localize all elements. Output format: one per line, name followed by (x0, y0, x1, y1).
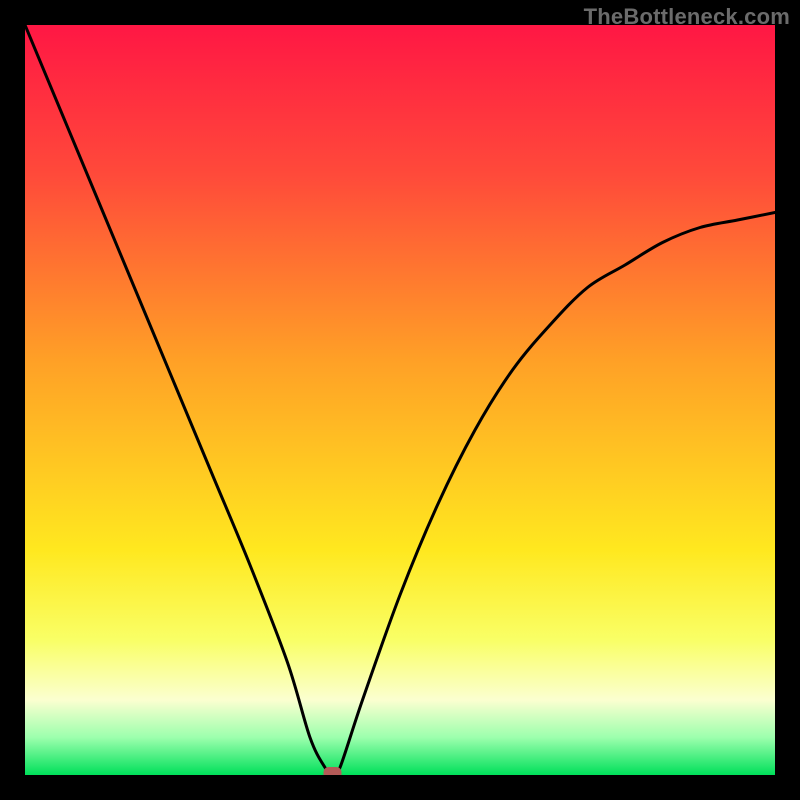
gradient-background (25, 25, 775, 775)
watermark-text: TheBottleneck.com (584, 4, 790, 30)
chart-svg (25, 25, 775, 775)
optimum-marker (324, 767, 342, 775)
